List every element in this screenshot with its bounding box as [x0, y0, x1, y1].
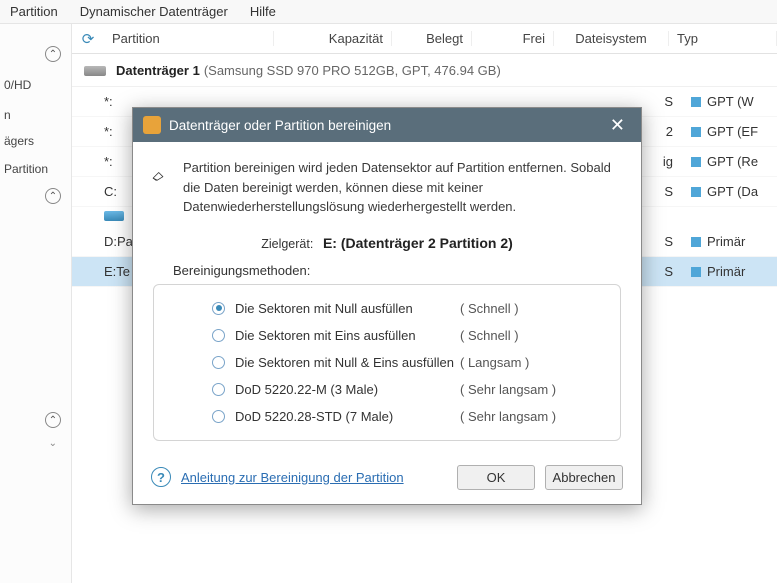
method-option[interactable]: Die Sektoren mit Null & Eins ausfüllen (…	[166, 349, 608, 376]
wipe-dialog: Datenträger oder Partition bereinigen ✕ …	[132, 107, 642, 505]
radio-icon[interactable]	[212, 383, 225, 396]
method-name: Die Sektoren mit Null ausfüllen	[235, 301, 460, 316]
dialog-footer: ? Anleitung zur Bereinigung der Partitio…	[133, 453, 641, 504]
methods-label: Bereinigungsmethoden:	[173, 263, 623, 278]
radio-icon[interactable]	[212, 302, 225, 315]
method-speed: ( Sehr langsam )	[460, 409, 556, 424]
method-speed: ( Langsam )	[460, 355, 529, 370]
help-icon[interactable]: ?	[151, 467, 171, 487]
method-option[interactable]: DoD 5220.28-STD (7 Male) ( Sehr langsam …	[166, 403, 608, 430]
wipe-icon	[143, 116, 161, 134]
dialog-overlay: Datenträger oder Partition bereinigen ✕ …	[0, 0, 777, 587]
target-value: E: (Datenträger 2 Partition 2)	[323, 235, 513, 251]
method-speed: ( Schnell )	[460, 301, 519, 316]
method-name: Die Sektoren mit Eins ausfüllen	[235, 328, 460, 343]
target-label: Zielgerät:	[261, 237, 313, 251]
method-speed: ( Schnell )	[460, 328, 519, 343]
close-icon[interactable]: ✕	[604, 115, 631, 136]
method-name: DoD 5220.22-M (3 Male)	[235, 382, 460, 397]
method-name: Die Sektoren mit Null & Eins ausfüllen	[235, 355, 460, 370]
help-link[interactable]: Anleitung zur Bereinigung der Partition	[181, 470, 404, 485]
radio-icon[interactable]	[212, 356, 225, 369]
ok-button[interactable]: OK	[457, 465, 535, 490]
target-line: Zielgerät: E: (Datenträger 2 Partition 2…	[151, 235, 623, 251]
cancel-button[interactable]: Abbrechen	[545, 465, 623, 490]
radio-icon[interactable]	[212, 410, 225, 423]
radio-icon[interactable]	[212, 329, 225, 342]
dialog-title: Datenträger oder Partition bereinigen	[169, 118, 604, 133]
method-option[interactable]: Die Sektoren mit Eins ausfüllen ( Schnel…	[166, 322, 608, 349]
dialog-titlebar: Datenträger oder Partition bereinigen ✕	[133, 108, 641, 142]
dialog-body: Partition bereinigen wird jeden Datensek…	[133, 142, 641, 453]
methods-box: Die Sektoren mit Null ausfüllen ( Schnel…	[153, 284, 621, 441]
warning-block: Partition bereinigen wird jeden Datensek…	[151, 158, 623, 217]
method-option[interactable]: DoD 5220.22-M (3 Male) ( Sehr langsam )	[166, 376, 608, 403]
warning-text: Partition bereinigen wird jeden Datensek…	[183, 158, 623, 217]
eraser-icon	[151, 164, 165, 188]
method-option[interactable]: Die Sektoren mit Null ausfüllen ( Schnel…	[166, 295, 608, 322]
method-speed: ( Sehr langsam )	[460, 382, 556, 397]
method-name: DoD 5220.28-STD (7 Male)	[235, 409, 460, 424]
